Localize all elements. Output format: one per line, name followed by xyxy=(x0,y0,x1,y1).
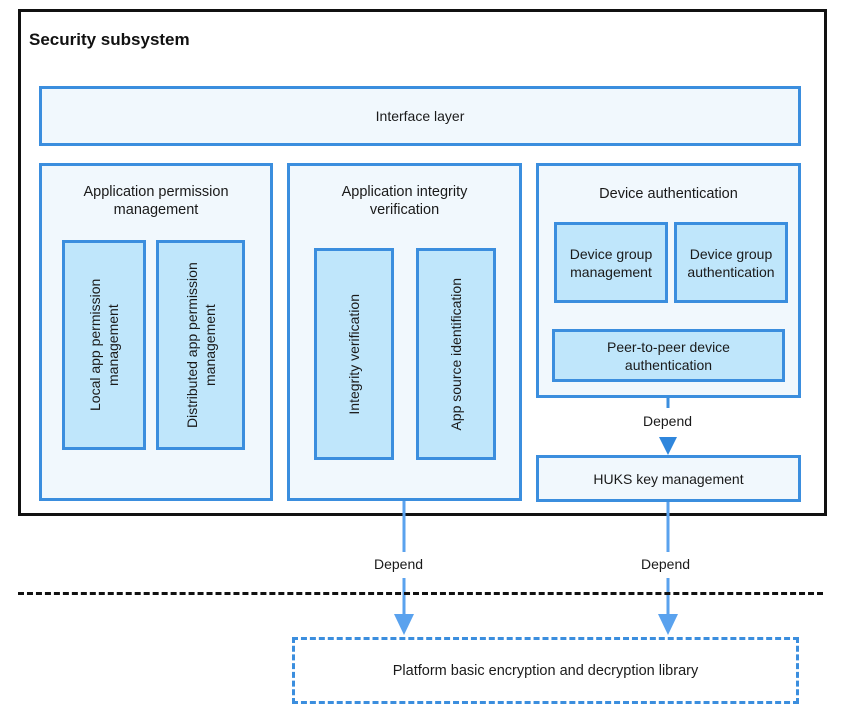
depend-label: Depend xyxy=(643,413,693,429)
platform-crypto-library: Platform basic encryption and decryption… xyxy=(292,637,799,704)
arrowhead xyxy=(659,437,677,455)
dependency-arrows xyxy=(394,398,678,635)
depend-label: Depend xyxy=(641,556,691,572)
depend-label: Depend xyxy=(374,556,424,572)
arrowhead xyxy=(394,614,414,635)
layer-separator xyxy=(18,592,823,595)
arrowhead xyxy=(658,614,678,635)
